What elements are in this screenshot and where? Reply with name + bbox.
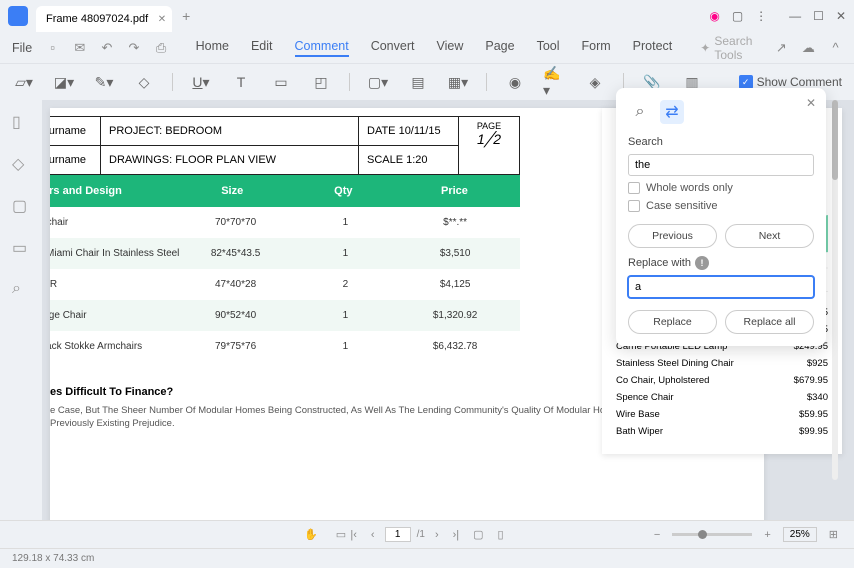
undo-icon[interactable]: ↶: [100, 40, 113, 56]
add-tab-button[interactable]: +: [182, 8, 190, 24]
last-page-button[interactable]: ›|: [449, 527, 464, 543]
close-window-button[interactable]: ✕: [836, 9, 846, 23]
case-sensitive-checkbox[interactable]: Case sensitive: [628, 200, 814, 212]
page-input[interactable]: [385, 527, 411, 542]
notif-icon[interactable]: ▢: [732, 9, 743, 23]
textbox-tool[interactable]: ▭: [269, 70, 293, 94]
close-icon[interactable]: ✕: [158, 14, 166, 25]
menu-view[interactable]: View: [436, 39, 463, 57]
checkbox-icon: ✓: [739, 75, 753, 89]
menu-convert[interactable]: Convert: [371, 39, 415, 57]
table-row: le Lounge Chair90*52*401$1,320.92: [50, 300, 520, 331]
left-sidebar: ▯ ◇ ▢ ▭ ⌕: [0, 100, 42, 548]
search-input[interactable]: [628, 154, 814, 176]
menu-protect[interactable]: Protect: [633, 39, 673, 57]
search-mode-icon[interactable]: ⌕: [628, 100, 652, 124]
list-item: Co Chair, Upholstered$679.95: [616, 372, 828, 389]
text-tool[interactable]: T: [229, 70, 253, 94]
titlebar: Frame 48097024.pdf ✕ + ◉ ▢ ⋮ — ☐ ✕: [0, 0, 854, 32]
menu-page[interactable]: Page: [485, 39, 514, 57]
menu-edit[interactable]: Edit: [251, 39, 273, 57]
replace-input[interactable]: [628, 276, 814, 298]
collapse-icon[interactable]: ^: [829, 40, 842, 56]
measure-tool[interactable]: ▦▾: [446, 70, 470, 94]
document-tab[interactable]: Frame 48097024.pdf ✕: [36, 6, 172, 32]
thumbnails-icon[interactable]: ▯: [12, 112, 30, 130]
next-button[interactable]: Next: [725, 224, 814, 248]
stamp-tool[interactable]: ◪▾: [52, 70, 76, 94]
table-row: N CHAIR47*40*282$4,125: [50, 269, 520, 300]
share-icon[interactable]: ↗: [775, 40, 788, 56]
replace-button[interactable]: Replace: [628, 310, 717, 334]
table-row: onic Black Stokke Armchairs79*75*761$6,4…: [50, 331, 520, 362]
info-icon[interactable]: !: [695, 256, 709, 270]
underline-tool[interactable]: U▾: [189, 70, 213, 94]
list-item: Wire Base$59.95: [616, 406, 828, 423]
list-item: Stainless Steel Dining Chair$925: [616, 355, 828, 372]
previous-button[interactable]: Previous: [628, 224, 717, 248]
attach-tool[interactable]: ◈: [583, 70, 607, 94]
close-panel-button[interactable]: ✕: [806, 96, 816, 110]
menu-form[interactable]: Form: [582, 39, 611, 57]
show-comment-toggle[interactable]: ✓ Show Comment: [739, 75, 842, 89]
shape-tool[interactable]: ▢▾: [366, 70, 390, 94]
search-label: Search: [628, 136, 814, 148]
fit-width-icon[interactable]: ▯: [494, 526, 508, 543]
mail-icon[interactable]: ✉: [73, 40, 86, 56]
search-icon[interactable]: ⌕: [12, 280, 30, 298]
replace-mode-icon[interactable]: ⇄: [660, 100, 684, 124]
tab-title: Frame 48097024.pdf: [46, 13, 148, 25]
zoom-out-button[interactable]: −: [650, 527, 664, 543]
comment-tool[interactable]: ▤: [406, 70, 430, 94]
pager-bar: ✋ ▭ |‹ ‹ /1 › ›| ▢ ▯ − + 25% ⊞: [0, 520, 854, 548]
bookmark-icon[interactable]: ◇: [12, 154, 30, 172]
replace-all-button[interactable]: Replace all: [725, 310, 814, 334]
replace-with-label: Replace with!: [628, 256, 814, 270]
header-name: Name Surname: [50, 117, 101, 145]
statusbar: 129.18 x 74.33 cm: [0, 548, 854, 568]
list-item: Bath Wiper$99.95: [616, 423, 828, 440]
minimize-button[interactable]: —: [789, 9, 801, 23]
search-tools-input[interactable]: ✦ Search Tools: [700, 34, 761, 62]
maximize-button[interactable]: ☐: [813, 9, 824, 23]
signature-tool[interactable]: ✍▾: [543, 70, 567, 94]
stamp-icon[interactable]: ◉: [503, 70, 527, 94]
list-item: Spence Chair$340: [616, 389, 828, 406]
search-replace-panel: ✕ ⌕ ⇄ Search Whole words only Case sensi…: [616, 88, 826, 346]
more-icon[interactable]: ⋮: [755, 9, 767, 23]
print-icon[interactable]: ⎙: [155, 40, 168, 56]
fit-icon[interactable]: ▢: [469, 526, 487, 543]
save-icon[interactable]: ▫: [46, 40, 59, 56]
zoom-slider[interactable]: [672, 533, 752, 536]
zoom-select[interactable]: 25%: [783, 527, 817, 542]
menu-home[interactable]: Home: [196, 39, 229, 57]
callout-tool[interactable]: ◰: [309, 70, 333, 94]
table-row: ounge chair70*70*701$**.**: [50, 207, 520, 238]
attachments-icon[interactable]: ▭: [12, 238, 30, 256]
coords: 129.18 x 74.33 cm: [12, 553, 94, 564]
table-header: ce Chairs and Design Size Qty Price: [50, 175, 520, 207]
whole-words-checkbox[interactable]: Whole words only: [628, 182, 814, 194]
note-tool[interactable]: ▱▾: [12, 70, 36, 94]
eraser-tool[interactable]: ◇: [132, 70, 156, 94]
menu-file[interactable]: File: [12, 41, 32, 55]
cloud-icon[interactable]: ☁: [802, 40, 815, 56]
scrollbar[interactable]: [832, 100, 838, 480]
gift-icon[interactable]: ◉: [709, 9, 719, 23]
redo-icon[interactable]: ↷: [127, 40, 140, 56]
menubar: File ▫ ✉ ↶ ↷ ⎙ Home Edit Comment Convert Vie…: [0, 32, 854, 64]
menu-comment[interactable]: Comment: [295, 39, 349, 57]
prev-page-button[interactable]: ‹: [367, 527, 379, 543]
table-row: l 1961 Miami Chair In Stainless Steel82*…: [50, 238, 520, 269]
pencil-tool[interactable]: ✎▾: [92, 70, 116, 94]
hand-tool-icon[interactable]: ✋: [300, 526, 322, 543]
sparkle-icon: ✦: [700, 41, 710, 55]
app-icon: [8, 6, 28, 26]
fullscreen-icon[interactable]: ⊞: [825, 526, 842, 543]
zoom-in-button[interactable]: +: [760, 527, 774, 543]
menu-tool[interactable]: Tool: [537, 39, 560, 57]
select-tool-icon[interactable]: ▭: [332, 526, 350, 543]
comments-icon[interactable]: ▢: [12, 196, 30, 214]
next-page-button[interactable]: ›: [431, 527, 443, 543]
